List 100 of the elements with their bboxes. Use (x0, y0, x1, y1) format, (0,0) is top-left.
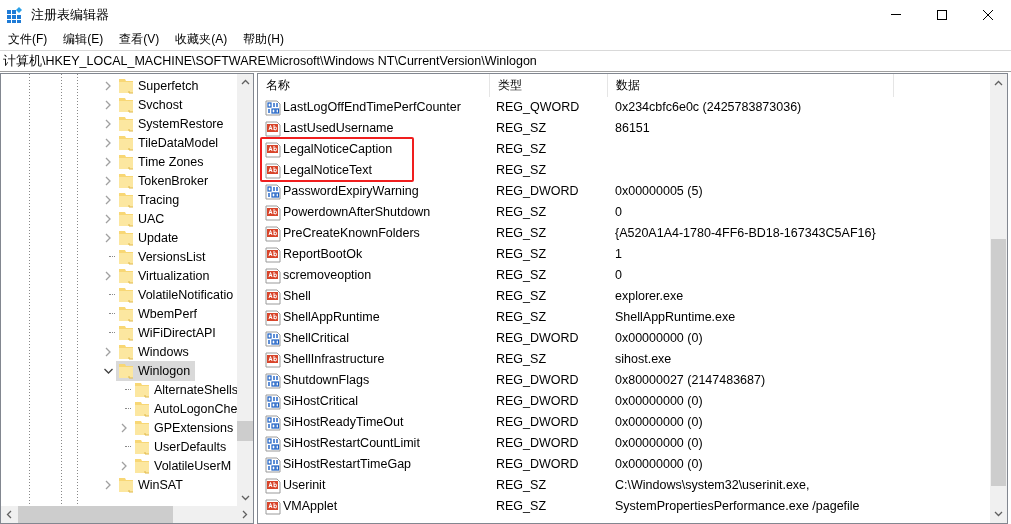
scrollbar-thumb[interactable] (991, 239, 1006, 486)
tree-item[interactable]: Superfetch (116, 75, 204, 96)
tree-item[interactable]: VersionsList (116, 246, 211, 267)
folder-icon (118, 115, 134, 132)
tree-item[interactable]: SystemRestore (116, 113, 229, 134)
window-title: 注册表编辑器 (31, 5, 109, 24)
tree-item[interactable]: Windows (116, 341, 194, 362)
value-data: 0x00000000 (0) (614, 330, 703, 347)
tree-item[interactable]: WinSAT (116, 474, 188, 495)
string-value-icon (265, 246, 281, 263)
scroll-down-icon[interactable] (240, 495, 250, 501)
string-value-icon (265, 204, 281, 221)
value-type: REG_DWORD (495, 435, 580, 452)
string-value-icon (265, 225, 281, 242)
tree-item[interactable]: Svchost (116, 94, 188, 115)
value-type: REG_DWORD (495, 330, 580, 347)
tree-item[interactable]: VolatileNotificatio (116, 284, 237, 305)
vertical-scrollbar[interactable] (237, 74, 253, 506)
value-name[interactable]: PasswordExpiryWarning (265, 181, 419, 202)
folder-icon (118, 248, 134, 265)
tree-item[interactable]: UAC (116, 208, 170, 229)
folder-icon (134, 457, 150, 474)
value-data: 0x80000027 (2147483687) (614, 372, 766, 389)
maximize-icon (936, 8, 948, 21)
tree-item[interactable]: GPExtensions (132, 417, 237, 438)
value-data: 0x00000000 (0) (614, 456, 703, 473)
scroll-left-icon[interactable] (6, 510, 12, 519)
value-name[interactable]: SiHostCritical (265, 391, 358, 412)
value-data: 0x00000000 (0) (614, 414, 703, 431)
tree-item[interactable]: Time Zones (116, 151, 209, 172)
menu-item[interactable]: 编辑(E) (58, 30, 109, 48)
menu-item[interactable]: 文件(F) (3, 30, 53, 48)
column-header[interactable]: 类型 (490, 74, 608, 97)
value-name[interactable]: SiHostRestartCountLimit (265, 433, 420, 454)
tree-item[interactable]: Virtualization (116, 265, 215, 286)
value-name[interactable]: PowerdownAfterShutdown (265, 202, 431, 223)
column-header[interactable]: 数据 (608, 74, 894, 97)
tree-item[interactable]: AutoLogonChe (132, 398, 237, 419)
value-name[interactable]: LastUsedUsername (265, 118, 394, 139)
value-type: REG_SZ (495, 498, 547, 515)
folder-icon (118, 77, 134, 94)
value-name[interactable]: LegalNoticeText (265, 160, 372, 181)
string-value-icon (265, 162, 281, 179)
tree-item[interactable]: TileDataModel (116, 132, 224, 153)
tree-item[interactable]: Update (116, 227, 184, 248)
tree-item[interactable]: VolatileUserM (132, 455, 237, 476)
value-name[interactable]: LegalNoticeCaption (265, 139, 393, 160)
value-type: REG_SZ (495, 351, 547, 368)
address-bar[interactable]: 计算机\HKEY_LOCAL_MACHINE\SOFTWARE\Microsoft\Windows NT\CurrentVersion\Winlogon (0, 50, 1011, 72)
folder-icon (118, 476, 134, 493)
tree-item[interactable]: TokenBroker (116, 170, 214, 191)
value-data: 1 (614, 246, 622, 263)
binary-value-icon (265, 99, 281, 116)
string-value-icon (265, 309, 281, 326)
value-name[interactable]: Shell (265, 286, 311, 307)
tree-item[interactable]: Winlogon (116, 360, 196, 381)
vertical-scrollbar[interactable] (990, 74, 1007, 523)
tree-item[interactable]: WiFiDirectAPI (116, 322, 221, 343)
value-name[interactable]: ShellInfrastructure (265, 349, 385, 370)
value-data: {A520A1A4-1780-4FF6-BD18-167343C5AF16} (614, 225, 876, 242)
scroll-up-icon[interactable] (240, 79, 250, 85)
scrollbar-thumb[interactable] (237, 421, 253, 442)
value-name[interactable]: ShellCritical (265, 328, 349, 349)
value-type: REG_DWORD (495, 393, 580, 410)
binary-value-icon (265, 456, 281, 473)
string-value-icon (265, 498, 281, 515)
menu-item[interactable]: 收藏夹(A) (170, 30, 233, 48)
value-name[interactable]: ShutdownFlags (265, 370, 370, 391)
value-type: REG_SZ (495, 246, 547, 263)
horizontal-scrollbar[interactable] (1, 506, 253, 523)
value-name[interactable]: Userinit (265, 475, 326, 496)
value-name[interactable]: SiHostRestartTimeGap (265, 454, 412, 475)
scroll-down-icon[interactable] (994, 511, 1003, 517)
value-data: 0 (614, 267, 622, 284)
tree-item[interactable]: Tracing (116, 189, 185, 210)
scroll-right-icon[interactable] (242, 510, 248, 519)
scroll-up-icon[interactable] (994, 80, 1003, 86)
folder-icon (134, 419, 150, 436)
value-type: REG_SZ (495, 120, 547, 137)
tree-item[interactable]: WbemPerf (116, 303, 203, 324)
menu-item[interactable]: 帮助(H) (238, 30, 289, 48)
value-name[interactable]: PreCreateKnownFolders (265, 223, 420, 244)
tree-item[interactable]: UserDefaults (132, 436, 232, 457)
value-name[interactable]: LastLogOffEndTimePerfCounter (265, 97, 461, 118)
folder-icon (118, 210, 134, 227)
scrollbar-thumb[interactable] (18, 506, 173, 523)
column-header[interactable]: 名称 (258, 74, 490, 97)
value-name[interactable]: ReportBootOk (265, 244, 363, 265)
tree-item[interactable]: AlternateShells (132, 379, 237, 400)
folder-icon (118, 172, 134, 189)
value-name[interactable]: VMApplet (265, 496, 338, 517)
folder-icon (134, 438, 150, 455)
value-name[interactable]: ShellAppRuntime (265, 307, 380, 328)
menu-item[interactable]: 查看(V) (114, 30, 165, 48)
minimize-icon (891, 14, 901, 15)
value-name[interactable]: SiHostReadyTimeOut (265, 412, 404, 433)
value-data: 0 (614, 204, 622, 221)
value-name[interactable]: scremoveoption (265, 265, 372, 286)
folder-icon (118, 229, 134, 246)
string-value-icon (265, 267, 281, 284)
